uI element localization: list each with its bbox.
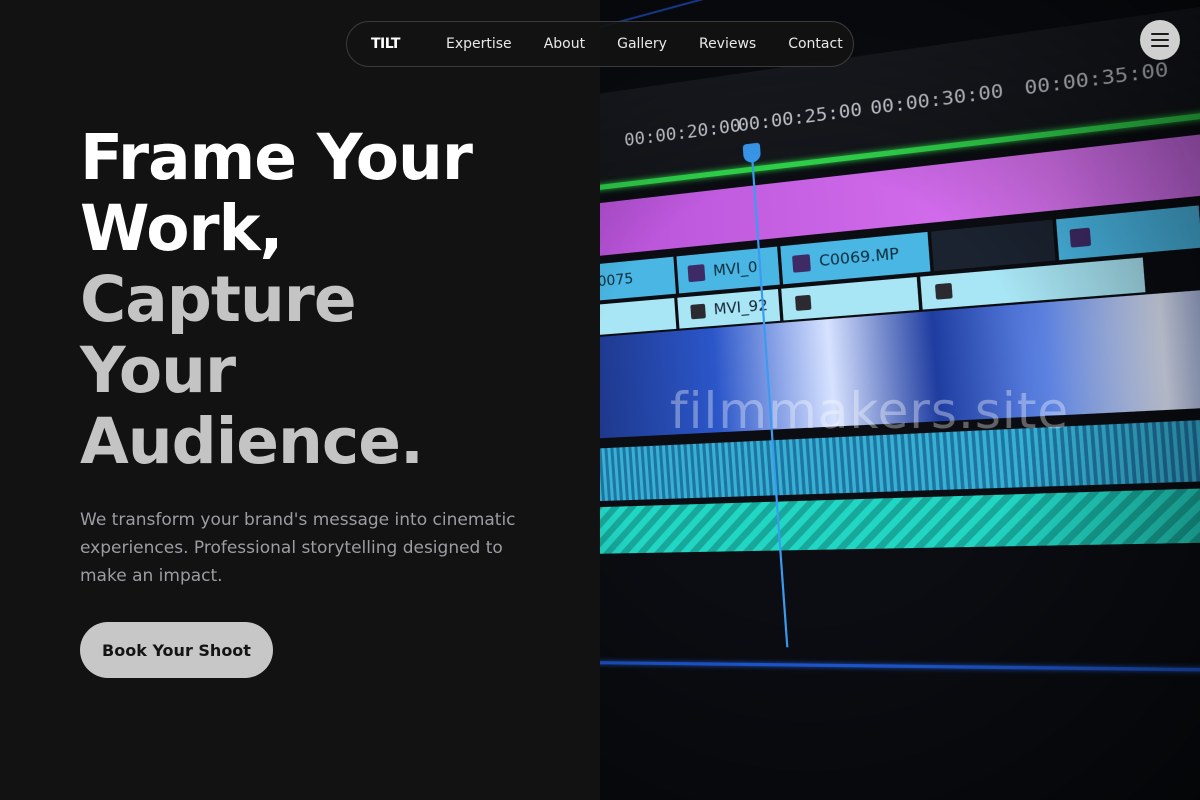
top-nav: TILT Expertise About Gallery Reviews Con… [346, 21, 854, 67]
clip-label: MVI_92 [713, 297, 769, 319]
nav-link-gallery[interactable]: Gallery [617, 36, 667, 52]
watermark: filmmakers.site [670, 382, 1070, 440]
nav-link-expertise[interactable]: Expertise [446, 36, 512, 52]
hero-description: We transform your brand's message into c… [80, 510, 516, 586]
nav-link-about[interactable]: About [544, 36, 585, 52]
timeline-clip: C0069.MP [780, 231, 931, 285]
fx-icon [690, 303, 706, 320]
timeline-clip: C0075 [600, 256, 676, 305]
clip-label: C0069.MP [818, 245, 900, 271]
hero-title: Frame Your Work, Capture Your Audience. [80, 122, 580, 477]
logo[interactable]: TILT [371, 36, 400, 52]
nav-link-reviews[interactable]: Reviews [699, 36, 756, 52]
hero-image: 00:00:20:00 00:00:25:00 00:00:30:00 00:0… [600, 0, 1200, 800]
timeline-clip [1056, 205, 1200, 261]
hamburger-icon [1151, 33, 1169, 35]
fx-icon [1069, 227, 1092, 248]
clip-label: MVI_0 [712, 259, 759, 280]
editing-timeline-image: 00:00:20:00 00:00:25:00 00:00:30:00 00:0… [600, 0, 1200, 697]
timeline-clip [930, 219, 1056, 272]
timecode: 00:00:20:00 [623, 115, 742, 152]
timeline-clip: MVI_0 [676, 246, 780, 294]
hero-title-line: Audience. [80, 405, 424, 478]
fx-icon [934, 282, 953, 300]
hamburger-icon [1151, 39, 1169, 41]
fx-icon [687, 264, 706, 283]
hamburger-icon [1151, 45, 1169, 47]
clip-label: C0075 [600, 270, 634, 292]
book-shoot-button[interactable]: Book Your Shoot [80, 622, 273, 678]
timecode: 00:00:35:00 [1023, 58, 1170, 101]
fx-icon [792, 254, 811, 273]
timeline-blue-line [600, 660, 1200, 676]
hero-title-line: Work, [80, 192, 283, 265]
nav-links: Expertise About Gallery Reviews Contact [446, 36, 843, 52]
timecode: 00:00:25:00 [737, 99, 863, 137]
menu-button[interactable] [1140, 20, 1180, 60]
timecode: 00:00:30:00 [869, 80, 1005, 120]
nav-link-contact[interactable]: Contact [788, 36, 842, 52]
hero-section: Frame Your Work, Capture Your Audience. … [0, 0, 600, 800]
hero-title-line: Capture [80, 263, 357, 336]
hero-title-line: Your [80, 334, 236, 407]
hero-title-line: Frame Your [80, 121, 473, 194]
fx-icon [794, 294, 812, 311]
